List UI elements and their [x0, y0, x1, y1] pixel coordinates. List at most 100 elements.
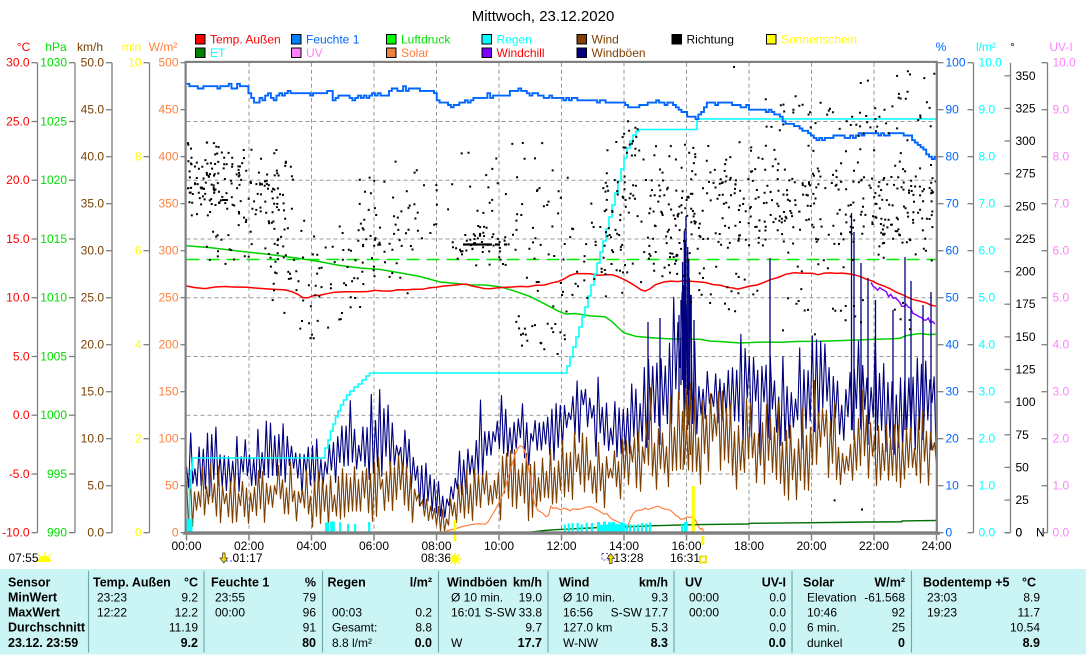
svg-text:25.0: 25.0 — [6, 115, 30, 129]
svg-text:0.0: 0.0 — [769, 606, 786, 620]
svg-text:17.7: 17.7 — [645, 606, 669, 620]
svg-text:UV-I: UV-I — [1049, 40, 1072, 54]
svg-text:0.0: 0.0 — [87, 526, 104, 540]
svg-text:5.0: 5.0 — [87, 479, 104, 493]
svg-text:km/h: km/h — [513, 576, 542, 590]
svg-text:10.0: 10.0 — [1053, 56, 1077, 70]
svg-text:Mittwoch, 23.12.2020: Mittwoch, 23.12.2020 — [472, 8, 615, 25]
svg-text:9.2: 9.2 — [181, 636, 198, 650]
svg-text:6.0: 6.0 — [1053, 244, 1070, 258]
svg-text:hPa: hPa — [45, 40, 67, 54]
svg-text:1010: 1010 — [40, 291, 67, 305]
svg-text:km/h: km/h — [77, 40, 103, 54]
svg-text:22:00: 22:00 — [859, 539, 889, 553]
svg-text:350: 350 — [158, 197, 178, 211]
svg-text:06:00: 06:00 — [359, 539, 389, 553]
svg-text:30: 30 — [946, 385, 960, 399]
svg-text:3.0: 3.0 — [1053, 385, 1070, 399]
svg-text:Regen: Regen — [328, 576, 366, 590]
svg-text:UV: UV — [685, 576, 703, 590]
svg-text:13:28: 13:28 — [614, 551, 644, 565]
svg-text:0: 0 — [135, 526, 142, 540]
svg-text:-61.568: -61.568 — [864, 591, 905, 605]
svg-text:80: 80 — [946, 150, 960, 164]
svg-text:ET: ET — [210, 46, 226, 60]
svg-text:16:56: 16:56 — [563, 606, 593, 620]
svg-text:9.7: 9.7 — [525, 621, 542, 635]
svg-text:175: 175 — [1016, 297, 1036, 311]
svg-text:MinWert: MinWert — [8, 591, 58, 605]
svg-text:200: 200 — [1016, 265, 1036, 279]
svg-text:25: 25 — [1016, 493, 1030, 507]
svg-text:200: 200 — [158, 338, 178, 352]
svg-text:20.0: 20.0 — [81, 338, 105, 352]
svg-text:45.0: 45.0 — [81, 103, 105, 117]
svg-text:l/m²: l/m² — [410, 576, 432, 590]
svg-text:79: 79 — [303, 591, 317, 605]
svg-text:min: min — [122, 40, 141, 54]
svg-text:l/m²: l/m² — [976, 40, 996, 54]
svg-text:10.0: 10.0 — [81, 432, 105, 446]
svg-text:1.0: 1.0 — [1053, 479, 1070, 493]
svg-text:80: 80 — [302, 636, 316, 650]
svg-text:127.0 km: 127.0 km — [563, 621, 612, 635]
svg-text:Gesamt:: Gesamt: — [332, 621, 377, 635]
svg-text:8.8 l/m²: 8.8 l/m² — [332, 636, 372, 650]
svg-text:9.3: 9.3 — [651, 591, 668, 605]
svg-text:15.0: 15.0 — [6, 232, 30, 246]
svg-text:00:00: 00:00 — [215, 606, 245, 620]
svg-text:12.2: 12.2 — [175, 606, 199, 620]
svg-text:W/m²: W/m² — [874, 576, 905, 590]
svg-text:W: W — [451, 636, 463, 650]
svg-text:01:17: 01:17 — [233, 551, 263, 565]
svg-text:Luftdruck: Luftdruck — [401, 33, 451, 47]
svg-text:08:36: 08:36 — [421, 551, 451, 565]
svg-text:20.0: 20.0 — [6, 173, 30, 187]
svg-text:11.7: 11.7 — [1018, 606, 1041, 620]
svg-text:995: 995 — [47, 467, 67, 481]
svg-text:Windböen: Windböen — [592, 46, 646, 60]
svg-text:10: 10 — [128, 56, 142, 70]
svg-text:Temp. Außen: Temp. Außen — [93, 576, 171, 590]
svg-text:12:22: 12:22 — [97, 606, 127, 620]
svg-text:0.0: 0.0 — [13, 408, 30, 422]
svg-text:6.0: 6.0 — [979, 244, 996, 258]
svg-text:90: 90 — [946, 103, 960, 117]
svg-text:Bodentemp +5: Bodentemp +5 — [923, 576, 1010, 590]
svg-text:70: 70 — [946, 197, 960, 211]
svg-text:0: 0 — [1016, 526, 1023, 540]
svg-text:UV: UV — [306, 46, 323, 60]
svg-text:50: 50 — [1016, 460, 1030, 474]
svg-text:6 min.: 6 min. — [807, 621, 840, 635]
svg-text:250: 250 — [158, 291, 178, 305]
svg-text:Regen: Regen — [497, 33, 532, 47]
svg-text:35.0: 35.0 — [81, 197, 105, 211]
svg-text:25: 25 — [892, 621, 906, 635]
svg-text:Durchschnitt: Durchschnitt — [8, 621, 86, 635]
svg-text:150: 150 — [1016, 330, 1036, 344]
svg-text:Wind: Wind — [559, 576, 589, 590]
svg-text:24:00: 24:00 — [921, 539, 951, 553]
svg-text:2.0: 2.0 — [1053, 432, 1070, 446]
svg-text:5.3: 5.3 — [651, 621, 668, 635]
svg-text:10: 10 — [946, 479, 960, 493]
svg-text:8.8: 8.8 — [415, 621, 432, 635]
svg-text:Wind: Wind — [592, 33, 619, 47]
svg-text:20: 20 — [946, 432, 960, 446]
svg-text:07:55: 07:55 — [9, 551, 39, 565]
svg-text:25.0: 25.0 — [81, 291, 105, 305]
svg-text:990: 990 — [47, 526, 67, 540]
svg-text:-5.0: -5.0 — [9, 467, 30, 481]
svg-text:30.0: 30.0 — [81, 244, 105, 258]
svg-text:Windböen: Windböen — [447, 576, 507, 590]
svg-text:300: 300 — [158, 244, 178, 258]
svg-text:23.12. 23:59: 23.12. 23:59 — [8, 636, 78, 650]
svg-text:10:00: 10:00 — [484, 539, 514, 553]
svg-text:Solar: Solar — [803, 576, 834, 590]
svg-text:Ø 10 min.: Ø 10 min. — [451, 591, 503, 605]
svg-text:2: 2 — [135, 432, 142, 446]
svg-text:3.0: 3.0 — [979, 385, 996, 399]
svg-text:1025: 1025 — [40, 115, 67, 129]
svg-text:1015: 1015 — [40, 232, 67, 246]
svg-text:11.19: 11.19 — [169, 621, 198, 635]
